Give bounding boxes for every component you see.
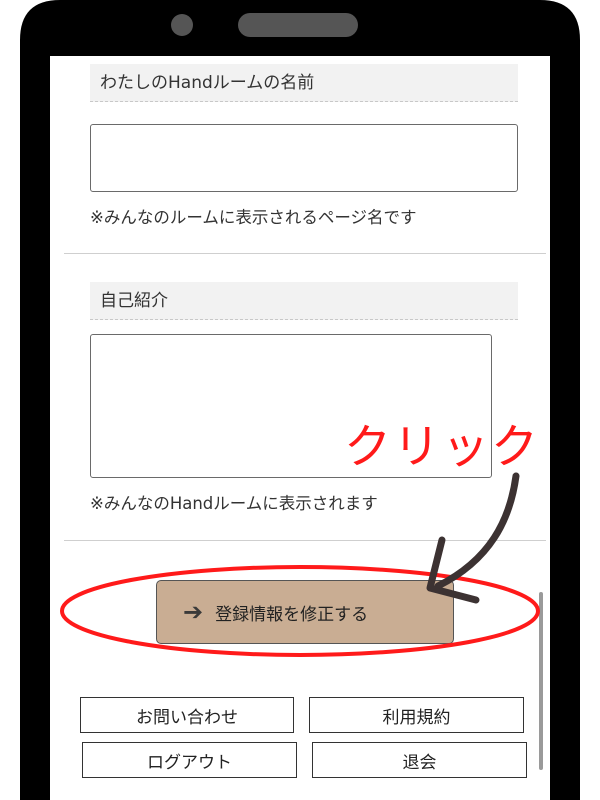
- section-divider: [64, 540, 546, 541]
- logout-link[interactable]: ログアウト: [82, 742, 297, 778]
- terms-link[interactable]: 利用規約: [309, 697, 524, 733]
- update-registration-label: 登録情報を修正する: [215, 604, 369, 625]
- section-divider: [64, 253, 546, 254]
- bio-note: ※みんなのHandルームに表示されます: [90, 494, 378, 513]
- camera-icon: [171, 14, 193, 36]
- room-name-note: ※みんなのルームに表示されるページ名です: [90, 208, 417, 227]
- arrow-right-icon: ➔: [183, 598, 204, 626]
- room-name-label: わたしのHandルームの名前: [90, 64, 518, 102]
- withdraw-link[interactable]: 退会: [312, 742, 527, 778]
- room-name-input[interactable]: [90, 124, 518, 192]
- scrollbar[interactable]: [539, 592, 543, 770]
- speaker-slot: [238, 13, 358, 37]
- click-annotation-text: クリック: [344, 420, 540, 475]
- update-registration-button[interactable]: ➔ 登録情報を修正する: [156, 580, 454, 644]
- bio-label: 自己紹介: [90, 282, 518, 320]
- phone-mockup: わたしのHandルームの名前 ※みんなのルームに表示されるページ名です 自己紹介…: [0, 0, 600, 800]
- contact-link[interactable]: お問い合わせ: [80, 697, 294, 733]
